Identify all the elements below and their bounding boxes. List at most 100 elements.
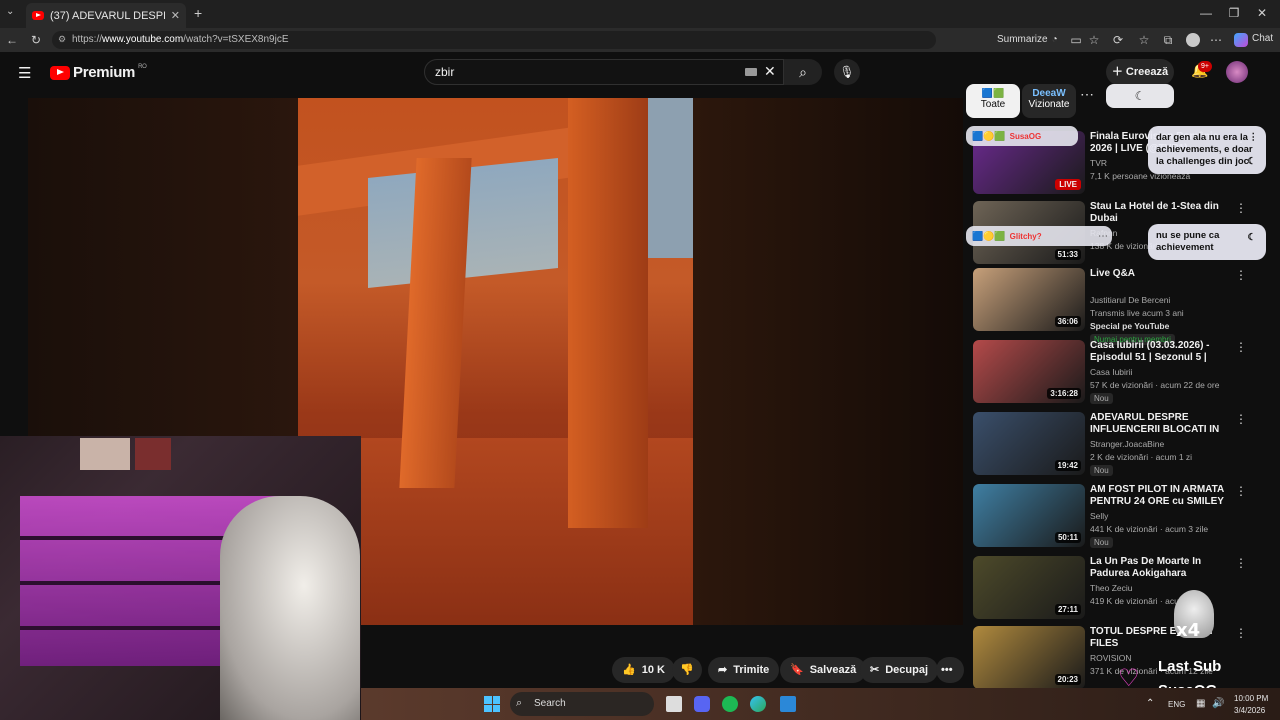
chat-kebab-icon[interactable]: ⋮ (1249, 132, 1259, 144)
minimize-icon[interactable]: — (1196, 4, 1216, 22)
network-icon[interactable]: ▦ (1196, 698, 1205, 709)
new-badge: Nou (1090, 393, 1113, 404)
video-kebab-icon[interactable]: ⋮ (1235, 268, 1247, 282)
create-button[interactable]: ＋ Creează (1106, 59, 1174, 85)
video-thumbnail[interactable]: 36:06 (973, 268, 1085, 331)
video-title[interactable]: La Un Pas De Moarte In Padurea Aokigahar… (1090, 556, 1230, 580)
chip-watched-label: Vizionate (1028, 99, 1070, 110)
close-tab-icon[interactable]: ✕ (171, 9, 180, 22)
extensions-icon[interactable]: ⟳ (1110, 32, 1126, 48)
video-blur-right (693, 98, 963, 625)
spotify-icon[interactable] (722, 696, 738, 712)
video-thumbnail[interactable]: 50:11 (973, 484, 1085, 547)
video-title[interactable]: Live Q&A (1090, 268, 1230, 280)
channel-name[interactable]: Justitiarul De Berceni (1090, 295, 1240, 305)
notification-count-badge: 9+ (1198, 61, 1212, 72)
like-button[interactable]: 👍 10 K (612, 657, 675, 683)
channel-name[interactable]: Theo Zeciu (1090, 583, 1240, 593)
duration-badge: 3:16:28 (1047, 388, 1081, 399)
moon-icon: ☾ (1247, 156, 1256, 167)
collections-icon[interactable]: ☆ (1136, 32, 1152, 48)
browser-tab[interactable]: (37) ADEVARUL DESPRE DUBAI - Y ✕ (26, 3, 186, 28)
browser-wallet-icon[interactable]: ⧉ (1160, 32, 1176, 48)
url-host: www.youtube.com (102, 34, 184, 45)
edge-icon[interactable] (750, 696, 766, 712)
video-kebab-icon[interactable]: ⋮ (1235, 484, 1247, 498)
windows-start-icon[interactable] (484, 696, 500, 712)
language-indicator[interactable]: ENG (1168, 700, 1185, 709)
save-button[interactable]: 🔖 Salvează (780, 657, 867, 683)
account-avatar[interactable] (1226, 61, 1248, 83)
site-info-icon[interactable]: ⚙ (58, 34, 66, 45)
video-thumbnail[interactable]: 20:23 (973, 626, 1085, 689)
duration-badge: 27:11 (1054, 604, 1081, 615)
app-icon[interactable] (780, 696, 796, 712)
back-icon[interactable]: ← (4, 32, 20, 48)
discord-icon[interactable] (694, 696, 710, 712)
copilot-chat-button[interactable]: Chat (1234, 33, 1273, 47)
tray-chevron-icon[interactable]: ⌃ (1146, 698, 1154, 709)
chat-more-icon[interactable]: ⋯ (1098, 231, 1108, 242)
summarize-button[interactable]: Summarize ◔ (997, 34, 1058, 45)
split-screen-icon[interactable]: ▭ (1068, 32, 1084, 48)
address-bar[interactable]: https://www.youtube.com/watch?v=tSXEX8n9… (52, 31, 936, 49)
clip-button[interactable]: ✂ Decupaj (860, 657, 939, 683)
video-kebab-icon[interactable]: ⋮ (1235, 626, 1247, 640)
tab-list-icon[interactable]: ⌄ (6, 6, 14, 17)
chat-message: dar gen ala nu era la achievements, e do… (1148, 126, 1266, 174)
video-title[interactable]: Stau La Hotel de 1-Stea din Dubai (1090, 201, 1230, 225)
plus-icon: ＋ (1111, 66, 1123, 78)
refresh-icon[interactable]: ↻ (28, 32, 44, 48)
search-button[interactable]: ⌕ (784, 59, 822, 85)
chat-user-pill: 🟦🟡🟩 Glitchy? ⋯ (966, 226, 1112, 246)
file-explorer-icon[interactable] (666, 696, 682, 712)
keyboard-icon[interactable] (745, 68, 757, 76)
recommended-video[interactable]: 27:11 La Un Pas De Moarte In Padurea Aoki… (973, 556, 1263, 622)
video-kebab-icon[interactable]: ⋮ (1235, 412, 1247, 426)
chat-emote-icon: 🟦🟡🟩 (972, 130, 1006, 141)
video-title[interactable]: AM FOST PILOT IN ARMATA PENTRU 24 ORE cu… (1090, 484, 1230, 508)
recommended-video[interactable]: 19:42 ADEVARUL DESPRE INFLUENCERII BLOCAT… (973, 412, 1263, 478)
video-title[interactable]: Casa Iubirii (03.03.2026) - Episodul 51 … (1090, 340, 1230, 364)
share-button[interactable]: ➦ Trimite (708, 657, 780, 683)
favorite-star-icon[interactable]: ☆ (1086, 32, 1102, 48)
url-prefix: https:// (72, 34, 103, 45)
channel-name[interactable]: Selly (1090, 511, 1240, 521)
chips-more-icon[interactable]: ⋯ (1080, 86, 1094, 103)
channel-name[interactable]: Casa Iubirii (1090, 367, 1240, 377)
voice-search-button[interactable]: 🎙 (834, 59, 860, 85)
thumbs-down-icon: 👎 (680, 664, 694, 676)
video-thumbnail[interactable]: 19:42 (973, 412, 1085, 475)
volume-icon[interactable]: 🔊 (1212, 698, 1224, 709)
chip-all[interactable]: 🟦🟩 Toate (966, 84, 1020, 118)
clear-search-icon[interactable]: ✕ (764, 63, 776, 80)
video-meta: Transmis live acum 3 ani (1090, 308, 1184, 318)
video-kebab-icon[interactable]: ⋮ (1235, 201, 1247, 215)
video-title[interactable]: ADEVARUL DESPRE INFLUENCERII BLOCATI IN … (1090, 412, 1230, 436)
youtube-logo[interactable]: Premium RO (50, 64, 147, 81)
channel-name[interactable]: Stranger.JoacaBine (1090, 439, 1240, 449)
chip-watched[interactable]: DeeaW Vizionate (1022, 84, 1076, 118)
close-window-icon[interactable]: ✕ (1252, 4, 1272, 22)
more-options-icon[interactable]: ⋯ (1208, 32, 1224, 48)
more-actions-button[interactable]: ••• (936, 657, 964, 683)
youtube-favicon-icon (32, 11, 44, 20)
hamburger-menu-icon[interactable]: ☰ (18, 64, 31, 82)
video-kebab-icon[interactable]: ⋮ (1235, 340, 1247, 354)
profile-avatar[interactable] (1186, 33, 1200, 47)
video-thumbnail[interactable]: 3:16:28 (973, 340, 1085, 403)
dislike-button[interactable]: 👎 (672, 657, 702, 683)
recommended-video[interactable]: 3:16:28 Casa Iubirii (03.03.2026) - Episo… (973, 340, 1263, 406)
video-thumbnail[interactable]: 27:11 (973, 556, 1085, 619)
taskbar-search[interactable]: Search (510, 692, 654, 716)
maximize-icon[interactable]: ❐ (1224, 4, 1244, 22)
chat-username: Glitchy? (1009, 231, 1042, 241)
clock-date[interactable]: 3/4/2026 (1234, 706, 1265, 715)
new-tab-icon[interactable]: + (194, 5, 202, 21)
recommended-video[interactable]: 36:06 Live Q&A Justitiarul De Berceni Trans… (973, 268, 1263, 345)
search-input[interactable]: zbir (424, 59, 784, 85)
recommended-video[interactable]: 50:11 AM FOST PILOT IN ARMATA PENTRU 24 O… (973, 484, 1263, 550)
more-dots-icon: ••• (941, 664, 953, 676)
clock-time[interactable]: 10:00 PM (1234, 694, 1268, 703)
video-kebab-icon[interactable]: ⋮ (1235, 556, 1247, 570)
